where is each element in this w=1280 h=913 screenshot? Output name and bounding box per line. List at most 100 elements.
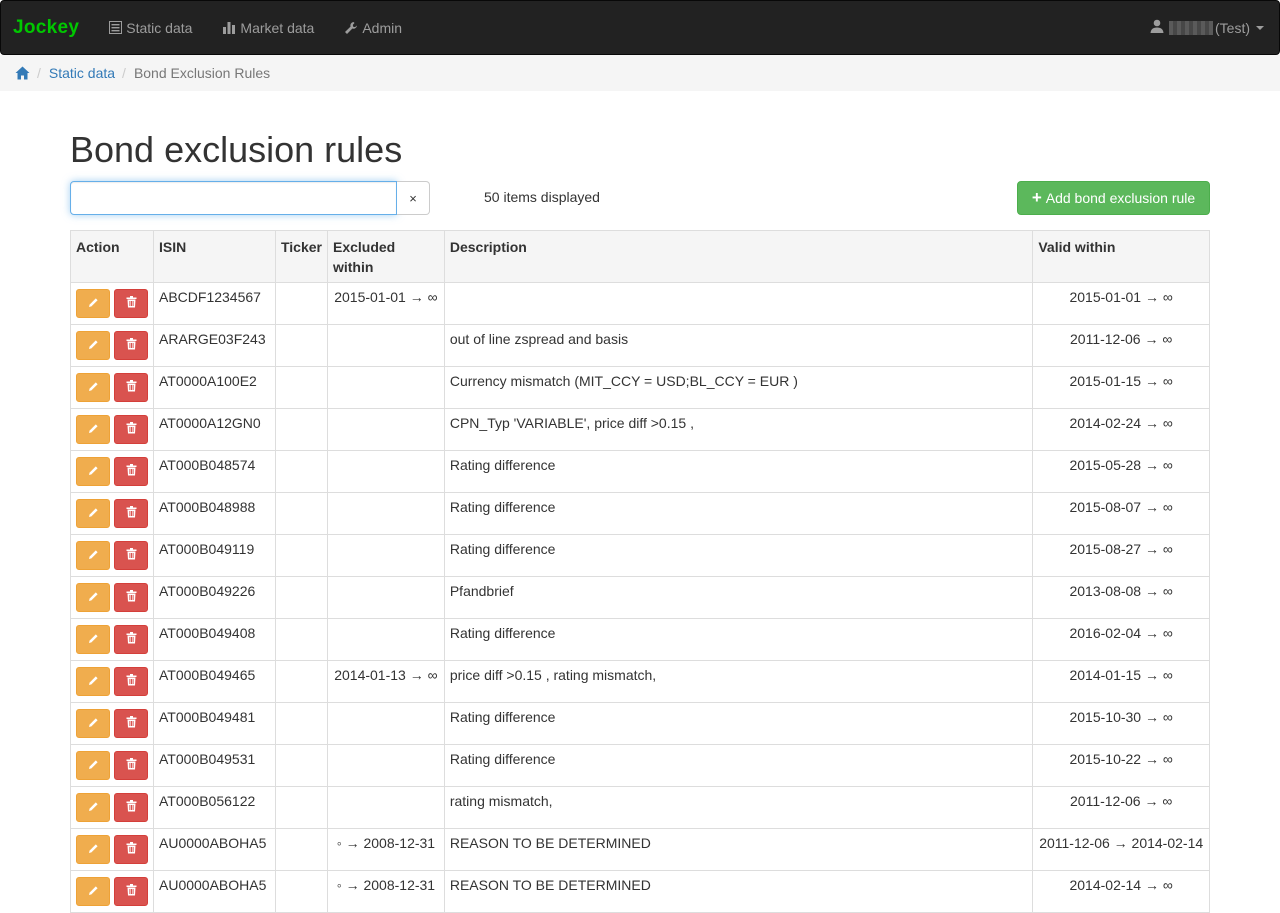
cell-description: Rating difference bbox=[443, 534, 1034, 577]
header-isin[interactable]: ISIN bbox=[153, 230, 276, 283]
bar-chart-icon bbox=[222, 21, 236, 34]
cell-description: Rating difference bbox=[443, 702, 1034, 745]
delete-button[interactable] bbox=[114, 751, 148, 780]
table-row: AT000B049226 Pfandbrief 2013-08-08 → ∞ bbox=[70, 576, 1210, 619]
cell-description: Rating difference bbox=[443, 618, 1034, 661]
edit-button[interactable] bbox=[76, 877, 110, 906]
table-row: AT000B049481 Rating difference 2015-10-30 … bbox=[70, 702, 1210, 745]
trash-icon bbox=[126, 337, 137, 354]
nav-admin-label: Admin bbox=[362, 19, 403, 36]
trash-icon bbox=[126, 757, 137, 774]
row-actions bbox=[70, 450, 154, 493]
table-row: AT000B049531 Rating difference 2015-10-22 … bbox=[70, 744, 1210, 787]
list-icon bbox=[109, 21, 123, 34]
nav-admin[interactable]: Admin bbox=[329, 1, 417, 54]
cell-valid-within: 2015-08-07 → ∞ bbox=[1032, 492, 1210, 535]
add-bond-exclusion-rule-button[interactable]: + Add bond exclusion rule bbox=[1017, 181, 1210, 215]
pencil-icon bbox=[88, 547, 99, 564]
brand-logo[interactable]: Jockey bbox=[13, 17, 79, 39]
row-actions bbox=[70, 828, 154, 871]
edit-button[interactable] bbox=[76, 499, 110, 528]
table-row: AT000B048988 Rating difference 2015-08-07 … bbox=[70, 492, 1210, 535]
cell-excluded-within bbox=[326, 618, 445, 661]
delete-button[interactable] bbox=[114, 499, 148, 528]
delete-button[interactable] bbox=[114, 541, 148, 570]
edit-button[interactable] bbox=[76, 331, 110, 360]
header-excluded-within[interactable]: Excluded within bbox=[326, 230, 445, 283]
pencil-icon bbox=[88, 421, 99, 438]
row-actions bbox=[70, 786, 154, 829]
delete-button[interactable] bbox=[114, 457, 148, 486]
cell-description: REASON TO BE DETERMINED bbox=[443, 870, 1034, 913]
trash-icon bbox=[126, 463, 137, 480]
cell-isin: AT000B049408 bbox=[153, 618, 276, 661]
cell-ticker bbox=[274, 702, 328, 745]
trash-icon bbox=[126, 631, 137, 648]
cell-valid-within: 2015-01-15 → ∞ bbox=[1032, 366, 1210, 409]
pencil-icon bbox=[88, 799, 99, 816]
breadcrumb: / Static data / Bond Exclusion Rules bbox=[0, 55, 1280, 91]
header-ticker[interactable]: Ticker bbox=[274, 230, 328, 283]
cell-excluded-within: 2015-01-01 → ∞ bbox=[326, 282, 445, 325]
breadcrumb-current: Bond Exclusion Rules bbox=[133, 65, 271, 81]
edit-button[interactable] bbox=[76, 457, 110, 486]
cell-excluded-within bbox=[326, 576, 445, 619]
user-menu[interactable]: (Test) bbox=[1150, 1, 1264, 54]
caret-down-icon bbox=[1256, 25, 1264, 30]
pencil-icon bbox=[88, 295, 99, 312]
cell-description: CPN_Typ 'VARIABLE', price diff >0.15 , bbox=[443, 408, 1034, 451]
redacted-username bbox=[1169, 20, 1213, 35]
row-actions bbox=[70, 576, 154, 619]
cell-isin: AU0000ABOHA5 bbox=[153, 870, 276, 913]
nav-market-data[interactable]: Market data bbox=[207, 1, 329, 54]
nav-static-data[interactable]: Static data bbox=[94, 1, 207, 54]
edit-button[interactable] bbox=[76, 793, 110, 822]
delete-button[interactable] bbox=[114, 583, 148, 612]
delete-button[interactable] bbox=[114, 625, 148, 654]
cell-isin: AT000B049481 bbox=[153, 702, 276, 745]
cell-description: Rating difference bbox=[443, 492, 1034, 535]
row-actions bbox=[70, 366, 154, 409]
cell-ticker bbox=[274, 408, 328, 451]
edit-button[interactable] bbox=[76, 583, 110, 612]
edit-button[interactable] bbox=[76, 373, 110, 402]
table-header-row: Action ISIN Ticker Excluded within Descr… bbox=[70, 230, 1210, 283]
delete-button[interactable] bbox=[114, 373, 148, 402]
cell-valid-within: 2013-08-08 → ∞ bbox=[1032, 576, 1210, 619]
pencil-icon bbox=[88, 337, 99, 354]
cell-isin: ABCDF1234567 bbox=[153, 282, 276, 325]
cell-ticker bbox=[274, 450, 328, 493]
delete-button[interactable] bbox=[114, 289, 148, 318]
delete-button[interactable] bbox=[114, 331, 148, 360]
pencil-icon bbox=[88, 463, 99, 480]
edit-button[interactable] bbox=[76, 289, 110, 318]
home-icon[interactable] bbox=[15, 66, 30, 80]
edit-button[interactable] bbox=[76, 751, 110, 780]
delete-button[interactable] bbox=[114, 667, 148, 696]
delete-button[interactable] bbox=[114, 415, 148, 444]
rules-table: Action ISIN Ticker Excluded within Descr… bbox=[70, 230, 1210, 913]
cell-description: REASON TO BE DETERMINED bbox=[443, 828, 1034, 871]
delete-button[interactable] bbox=[114, 709, 148, 738]
breadcrumb-static-data[interactable]: Static data bbox=[49, 65, 115, 81]
edit-button[interactable] bbox=[76, 415, 110, 444]
trash-icon bbox=[126, 883, 137, 900]
header-description[interactable]: Description bbox=[443, 230, 1034, 283]
header-valid-within[interactable]: Valid within bbox=[1032, 230, 1210, 283]
clear-search-button[interactable]: × bbox=[397, 181, 430, 215]
row-actions bbox=[70, 408, 154, 451]
trash-icon bbox=[126, 715, 137, 732]
edit-button[interactable] bbox=[76, 667, 110, 696]
delete-button[interactable] bbox=[114, 835, 148, 864]
pencil-icon bbox=[88, 883, 99, 900]
delete-button[interactable] bbox=[114, 793, 148, 822]
add-button-label: Add bond exclusion rule bbox=[1045, 190, 1196, 206]
edit-button[interactable] bbox=[76, 625, 110, 654]
cell-ticker bbox=[274, 660, 328, 703]
edit-button[interactable] bbox=[76, 709, 110, 738]
delete-button[interactable] bbox=[114, 877, 148, 906]
edit-button[interactable] bbox=[76, 541, 110, 570]
edit-button[interactable] bbox=[76, 835, 110, 864]
search-input[interactable] bbox=[70, 181, 397, 215]
cell-ticker bbox=[274, 282, 328, 325]
